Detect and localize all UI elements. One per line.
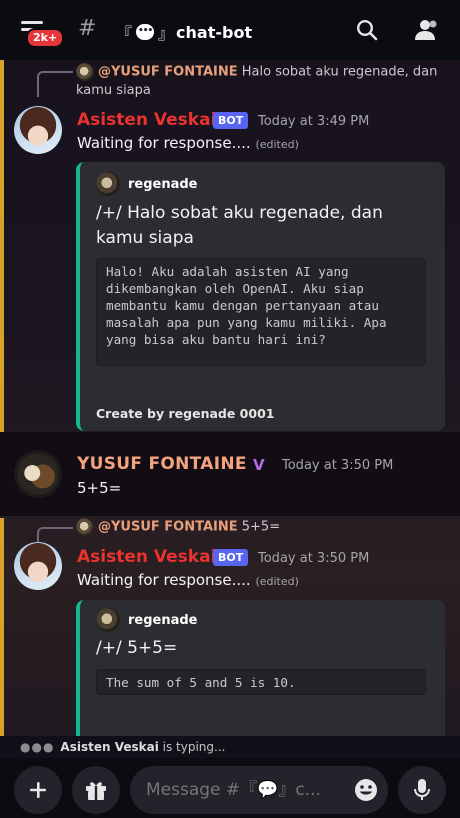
channel-bracket-close: 』 (158, 24, 175, 43)
channel-hash-icon: # (78, 16, 97, 41)
message-composer (0, 758, 460, 818)
message-timestamp: Today at 3:50 PM (258, 551, 370, 566)
reply-avatar (76, 518, 94, 536)
channel-bracket-open: 『 (116, 24, 133, 43)
message-timestamp: Today at 3:49 PM (258, 114, 370, 129)
avatar[interactable] (14, 542, 62, 590)
embed-card: regenade /+/ Halo sobat aku regenade, da… (76, 162, 445, 431)
embed-code-block: The sum of 5 and 5 is 10. (96, 669, 426, 695)
message-text: Waiting for response.... (edited) (77, 571, 299, 589)
bot-badge: BOT (213, 549, 249, 566)
avatar[interactable] (14, 106, 62, 154)
nitro-v-icon: V (253, 456, 265, 474)
embed-card: regenade /+/ 5+5= The sum of 5 and 5 is … (76, 600, 445, 736)
edited-label: (edited) (255, 575, 299, 588)
embed-author-avatar (96, 172, 120, 196)
discord-app: 2k+ # 『 』 chat-bot @YUSUF FONTAINE Halo s… (0, 0, 460, 818)
embed-title: /+/ 5+5= (96, 638, 178, 658)
embed-code-block: Halo! Aku adalah asisten AI yang dikemba… (96, 258, 426, 366)
message-author[interactable]: Asisten Veskai (77, 110, 216, 130)
typing-user: Asisten Veskai (60, 740, 159, 754)
edited-label: (edited) (255, 138, 299, 151)
message-input[interactable] (146, 780, 346, 800)
message-input-wrapper[interactable] (130, 766, 388, 814)
embed-author: regenade (96, 172, 198, 196)
embed-author-avatar (96, 608, 120, 632)
message-author[interactable]: YUSUF FONTAINE (77, 454, 247, 474)
reply-author: @YUSUF FONTAINE (98, 519, 238, 535)
reply-avatar (76, 63, 94, 81)
typing-dots-icon: ●●● (20, 740, 55, 754)
message-row (0, 432, 460, 516)
emoji-icon[interactable] (354, 778, 378, 806)
embed-author-name: regenade (128, 176, 198, 192)
gift-icon[interactable] (72, 766, 120, 814)
message-text: Waiting for response.... (edited) (77, 134, 299, 152)
channel-name: chat-bot (176, 22, 253, 42)
reply-spine (37, 71, 73, 97)
reply-author: @YUSUF FONTAINE (98, 64, 238, 80)
reply-preview[interactable]: @YUSUF FONTAINE Halo sobat aku regenade,… (76, 63, 446, 100)
message-author[interactable]: Asisten Veskai (77, 547, 216, 567)
message-body: Waiting for response.... (77, 571, 251, 589)
embed-footer: Create by regenade 0001 (96, 406, 275, 421)
reply-text: 5+5= (241, 519, 281, 535)
chat-bubble-icon (136, 24, 155, 40)
search-icon[interactable] (356, 19, 378, 45)
channel-title[interactable]: 『 』 chat-bot (116, 20, 252, 44)
embed-author: regenade (96, 608, 198, 632)
reply-preview[interactable]: @YUSUF FONTAINE 5+5= (76, 518, 446, 537)
avatar[interactable] (14, 450, 62, 498)
plus-icon[interactable] (14, 766, 62, 814)
message-timestamp: Today at 3:50 PM (282, 458, 394, 473)
notification-badge: 2k+ (26, 28, 65, 48)
message-body: Waiting for response.... (77, 134, 251, 152)
message-list[interactable]: @YUSUF FONTAINE Halo sobat aku regenade,… (0, 60, 460, 736)
bot-badge: BOT (213, 112, 249, 129)
typing-indicator: ●●● Asisten Veskai is typing... (0, 736, 460, 758)
members-icon[interactable] (412, 19, 438, 45)
embed-author-name: regenade (128, 612, 198, 628)
typing-suffix: is typing... (158, 740, 226, 754)
mic-icon[interactable] (398, 766, 446, 814)
embed-title: /+/ Halo sobat aku regenade, dan kamu si… (96, 203, 383, 248)
mention-highlight-bar (0, 518, 4, 736)
top-bar: 2k+ # 『 』 chat-bot (0, 0, 460, 60)
message-text: 5+5= (77, 479, 122, 497)
mention-highlight-bar (0, 60, 4, 432)
